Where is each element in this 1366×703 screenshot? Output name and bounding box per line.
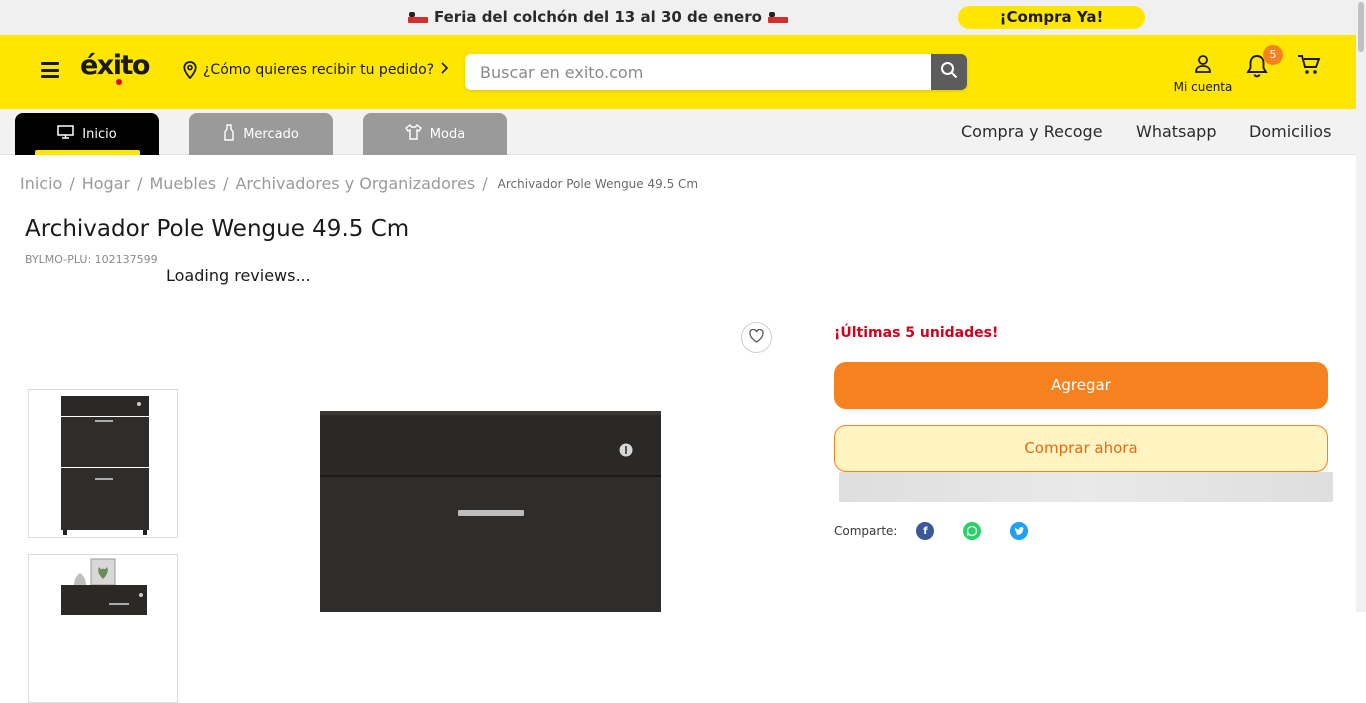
- breadcrumb-inicio[interactable]: Inicio: [20, 174, 62, 193]
- nav-compra-y-recoge[interactable]: Compra y Recoge: [961, 122, 1103, 141]
- promo-bar: Feria del colchón del 13 al 30 de enero …: [0, 0, 1366, 35]
- favorite-button[interactable]: [741, 322, 772, 353]
- account-label: Mi cuenta: [1173, 80, 1233, 94]
- share-row: Comparte: f: [834, 522, 1029, 540]
- product-thumbnail[interactable]: [28, 554, 178, 703]
- account-button[interactable]: Mi cuenta: [1170, 54, 1236, 94]
- product-thumbnail[interactable]: [28, 389, 178, 538]
- location-pin-icon: [183, 61, 197, 79]
- breadcrumb-hogar[interactable]: Hogar: [82, 174, 130, 193]
- tab-moda[interactable]: Moda: [363, 113, 507, 155]
- twitter-icon[interactable]: [1010, 522, 1029, 540]
- chevron-right-icon: [440, 62, 449, 78]
- product-title: Archivador Pole Wengue 49.5 Cm: [25, 216, 410, 242]
- scroll-thumb[interactable]: [1358, 2, 1364, 52]
- nav-whatsapp[interactable]: Whatsapp: [1136, 122, 1217, 141]
- cart-icon[interactable]: [1297, 54, 1323, 78]
- search-bar: [465, 54, 967, 90]
- tab-inicio[interactable]: Inicio: [15, 113, 159, 155]
- bottle-icon: [223, 123, 235, 145]
- buy-now-button[interactable]: Comprar ahora: [834, 425, 1328, 472]
- breadcrumb-separator: /: [482, 174, 488, 193]
- main-header: éxito ¿Cómo quieres recibir tu pedido? M…: [0, 35, 1356, 109]
- search-input[interactable]: [465, 54, 931, 90]
- search-button[interactable]: [931, 54, 967, 90]
- product-sku: BYLMO-PLU: 102137599: [25, 253, 158, 266]
- heart-icon: [749, 328, 764, 347]
- nav-domicilios[interactable]: Domicilios: [1249, 122, 1331, 141]
- search-icon: [940, 61, 958, 83]
- user-icon: [1194, 55, 1212, 78]
- add-to-cart-button[interactable]: Agregar: [834, 362, 1328, 409]
- bed-icon: [408, 11, 428, 23]
- breadcrumb-archivadores[interactable]: Archivadores y Organizadores: [235, 174, 475, 193]
- facebook-icon[interactable]: f: [916, 522, 935, 540]
- page-scrollbar[interactable]: [1356, 0, 1366, 612]
- breadcrumb-separator: /: [137, 174, 143, 193]
- reviews-status: Loading reviews...: [166, 266, 311, 285]
- loading-placeholder: [839, 472, 1333, 502]
- breadcrumb: Inicio / Hogar / Muebles / Archivadores …: [20, 174, 698, 193]
- share-label: Comparte:: [834, 524, 898, 538]
- bed-icon: [767, 11, 788, 23]
- breadcrumb-muebles[interactable]: Muebles: [149, 174, 216, 193]
- delivery-selector[interactable]: ¿Cómo quieres recibir tu pedido?: [183, 61, 449, 79]
- tab-moda-label: Moda: [429, 126, 466, 142]
- breadcrumb-separator: /: [223, 174, 229, 193]
- promo-message: Feria del colchón del 13 al 30 de enero: [408, 8, 788, 26]
- tab-inicio-label: Inicio: [82, 126, 117, 142]
- notification-badge: 5: [1263, 45, 1283, 65]
- exito-logo[interactable]: éxito: [80, 50, 150, 81]
- monitor-icon: [57, 125, 75, 143]
- promo-cta-button[interactable]: ¡Compra Ya!: [958, 6, 1145, 29]
- tab-mercado-label: Mercado: [243, 126, 299, 142]
- logo-dot: [116, 79, 122, 85]
- whatsapp-icon[interactable]: [963, 522, 982, 540]
- stock-alert: ¡Últimas 5 unidades!: [834, 325, 999, 341]
- breadcrumb-separator: /: [69, 174, 75, 193]
- delivery-prompt: ¿Cómo quieres recibir tu pedido?: [203, 62, 435, 78]
- promo-text: Feria del colchón del 13 al 30 de enero: [434, 8, 762, 26]
- breadcrumb-current: Archivador Pole Wengue 49.5 Cm: [497, 176, 699, 191]
- tab-mercado[interactable]: Mercado: [189, 113, 333, 155]
- category-nav: Inicio Mercado Moda Compra y Recoge What…: [0, 109, 1356, 155]
- product-main-image[interactable]: [300, 395, 680, 612]
- menu-icon[interactable]: [41, 62, 59, 78]
- shirt-icon: [404, 124, 422, 144]
